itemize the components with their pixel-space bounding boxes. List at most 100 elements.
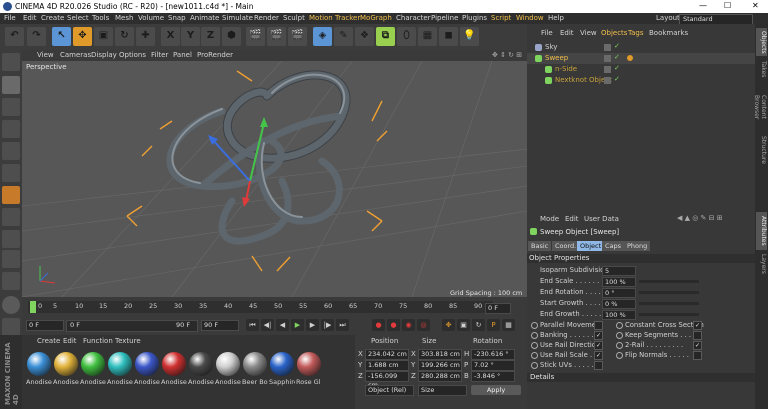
animate-dot-icon[interactable] <box>616 342 623 349</box>
render-picture-viewer-button[interactable]: 🎬 <box>267 27 286 46</box>
material-menu-create[interactable]: Create <box>37 337 60 345</box>
size-field[interactable]: 199.266 cm <box>418 360 462 371</box>
details-bar[interactable] <box>527 373 755 382</box>
play-button[interactable]: ▶ <box>291 319 304 331</box>
attr-nav-icons[interactable]: ◀ ▲ ◎ ✎ ⊟ ⊞ <box>677 214 723 222</box>
menu-pipeline[interactable]: Pipeline <box>431 14 458 22</box>
rotate-tool-button[interactable]: ↻ <box>115 27 134 46</box>
scale-tool-button[interactable]: ▣ <box>94 27 113 46</box>
texture-mode-button[interactable] <box>2 98 20 116</box>
position-field[interactable]: 1.688 cm <box>365 360 409 371</box>
menu-sculpt[interactable]: Sculpt <box>283 14 305 22</box>
animate-dot-icon[interactable] <box>531 322 538 329</box>
size-field[interactable]: 303.818 cm <box>418 349 462 360</box>
recent-tool-button[interactable]: ✚ <box>136 27 155 46</box>
menu-window[interactable]: Window <box>516 14 544 22</box>
material-swatch[interactable] <box>135 352 159 376</box>
property-value-field[interactable]: 0 ° <box>602 288 636 298</box>
menu-character[interactable]: Character <box>396 14 431 22</box>
polygons-mode-button[interactable] <box>2 186 20 204</box>
position-field[interactable]: 234.042 cm <box>365 349 409 360</box>
viewport-menu-filter[interactable]: Filter <box>151 51 168 59</box>
animate-dot-icon[interactable] <box>531 332 538 339</box>
close-button[interactable]: ✕ <box>752 1 759 10</box>
side-tab-attributes[interactable]: Attributes <box>756 212 767 250</box>
snapping-button[interactable] <box>2 272 20 290</box>
object-row[interactable]: Nextknot Object ✓ <box>527 75 755 86</box>
visibility-toggle[interactable] <box>604 77 611 84</box>
subdivision-button[interactable]: ❖ <box>355 27 374 46</box>
key-point-button[interactable]: ▦ <box>502 319 515 331</box>
viewport-menu-panel[interactable]: Panel <box>173 51 192 59</box>
live-selection-button[interactable]: ↖ <box>52 27 71 46</box>
render-settings-button[interactable]: 🎬 <box>288 27 307 46</box>
size-field[interactable]: 280.288 cm <box>418 371 462 382</box>
undo-button[interactable]: ↶ <box>5 27 24 46</box>
tag-icon[interactable] <box>627 55 633 61</box>
timeline-ruler[interactable]: 0 5 10 15 20 25 30 35 40 45 50 55 60 65 … <box>28 301 493 313</box>
go-to-end-button[interactable]: ⏭ <box>336 319 349 331</box>
x-axis-button[interactable]: X <box>161 27 180 46</box>
checkbox[interactable] <box>594 321 603 330</box>
y-axis-button[interactable]: Y <box>181 27 200 46</box>
material-menu-edit[interactable]: Edit <box>63 337 77 345</box>
coordinate-mode-select[interactable]: Object (Rel) <box>365 385 414 396</box>
viewport-menu-prorender[interactable]: ProRender <box>197 51 233 59</box>
checkbox[interactable]: ✓ <box>594 351 603 360</box>
visibility-toggle[interactable] <box>604 44 611 51</box>
material-swatch[interactable] <box>27 352 51 376</box>
animate-dot-icon[interactable] <box>616 332 623 339</box>
camera-button[interactable]: ◼ <box>439 27 458 46</box>
material-swatch[interactable] <box>216 352 240 376</box>
make-editable-button[interactable] <box>2 53 20 71</box>
object-row[interactable]: Sky ✓ <box>527 42 755 53</box>
material-menu-function[interactable]: Function <box>83 337 113 345</box>
next-frame-button[interactable]: ▶ <box>306 319 319 331</box>
object-menu-bookmarks[interactable]: Bookmarks <box>649 29 688 37</box>
z-axis-button[interactable]: Z <box>201 27 220 46</box>
viewport-menu-options[interactable]: Options <box>119 51 146 59</box>
scene-button[interactable]: ▦ <box>418 27 437 46</box>
menu-simulate[interactable]: Simulate <box>222 14 253 22</box>
side-tab-objects[interactable]: Objects <box>756 28 767 56</box>
menu-animate[interactable]: Animate <box>190 14 219 22</box>
object-menu-file[interactable]: File <box>541 29 553 37</box>
side-tab-takes[interactable]: Takes <box>756 58 767 80</box>
viewport-menu-display[interactable]: Display <box>91 51 117 59</box>
material-menu-texture[interactable]: Texture <box>115 337 141 345</box>
cube-button[interactable]: ◈ <box>313 27 332 46</box>
checkbox[interactable]: ✓ <box>594 331 603 340</box>
property-slider[interactable] <box>639 280 699 283</box>
viewport-menu-view[interactable]: View <box>37 51 54 59</box>
coordinate-system-button[interactable]: ⬢ <box>222 27 241 46</box>
tab-coord[interactable]: Coord. <box>552 241 580 251</box>
key-position-button[interactable]: ✥ <box>442 319 455 331</box>
move-tool-button[interactable]: ✥ <box>73 27 92 46</box>
animate-dot-icon[interactable] <box>616 352 623 359</box>
tweak-button[interactable] <box>2 230 20 248</box>
enabled-check-icon[interactable]: ✓ <box>614 42 620 50</box>
key-rotation-button[interactable]: ↻ <box>472 319 485 331</box>
maximize-button[interactable]: ☐ <box>724 1 731 10</box>
tab-phong[interactable]: Phong <box>624 241 651 251</box>
previous-key-button[interactable]: ◀| <box>261 319 274 331</box>
object-row[interactable]: n-Side ✓ <box>527 64 755 75</box>
magnet-button[interactable] <box>2 318 20 336</box>
autokey-button[interactable]: ◉ <box>402 319 415 331</box>
menu-snap[interactable]: Snap <box>168 14 186 22</box>
apply-button[interactable]: Apply <box>471 385 521 395</box>
property-slider[interactable] <box>639 302 699 305</box>
menu-mograph[interactable]: MoGraph <box>360 14 392 22</box>
material-swatch[interactable] <box>297 352 321 376</box>
minimize-button[interactable]: — <box>699 1 707 10</box>
property-value-field[interactable]: 100 % <box>602 277 636 287</box>
record-active-button[interactable]: ● <box>387 319 400 331</box>
menu-motion-tracker[interactable]: Motion Tracker <box>309 14 360 22</box>
menu-select[interactable]: Select <box>67 14 89 22</box>
model-mode-button[interactable] <box>2 76 20 94</box>
key-scale-button[interactable]: ▣ <box>457 319 470 331</box>
viewport-menu-cameras[interactable]: Cameras <box>60 51 91 59</box>
property-slider[interactable] <box>639 291 699 294</box>
property-value-field[interactable]: 100 % <box>602 310 636 320</box>
checkbox[interactable] <box>693 331 702 340</box>
